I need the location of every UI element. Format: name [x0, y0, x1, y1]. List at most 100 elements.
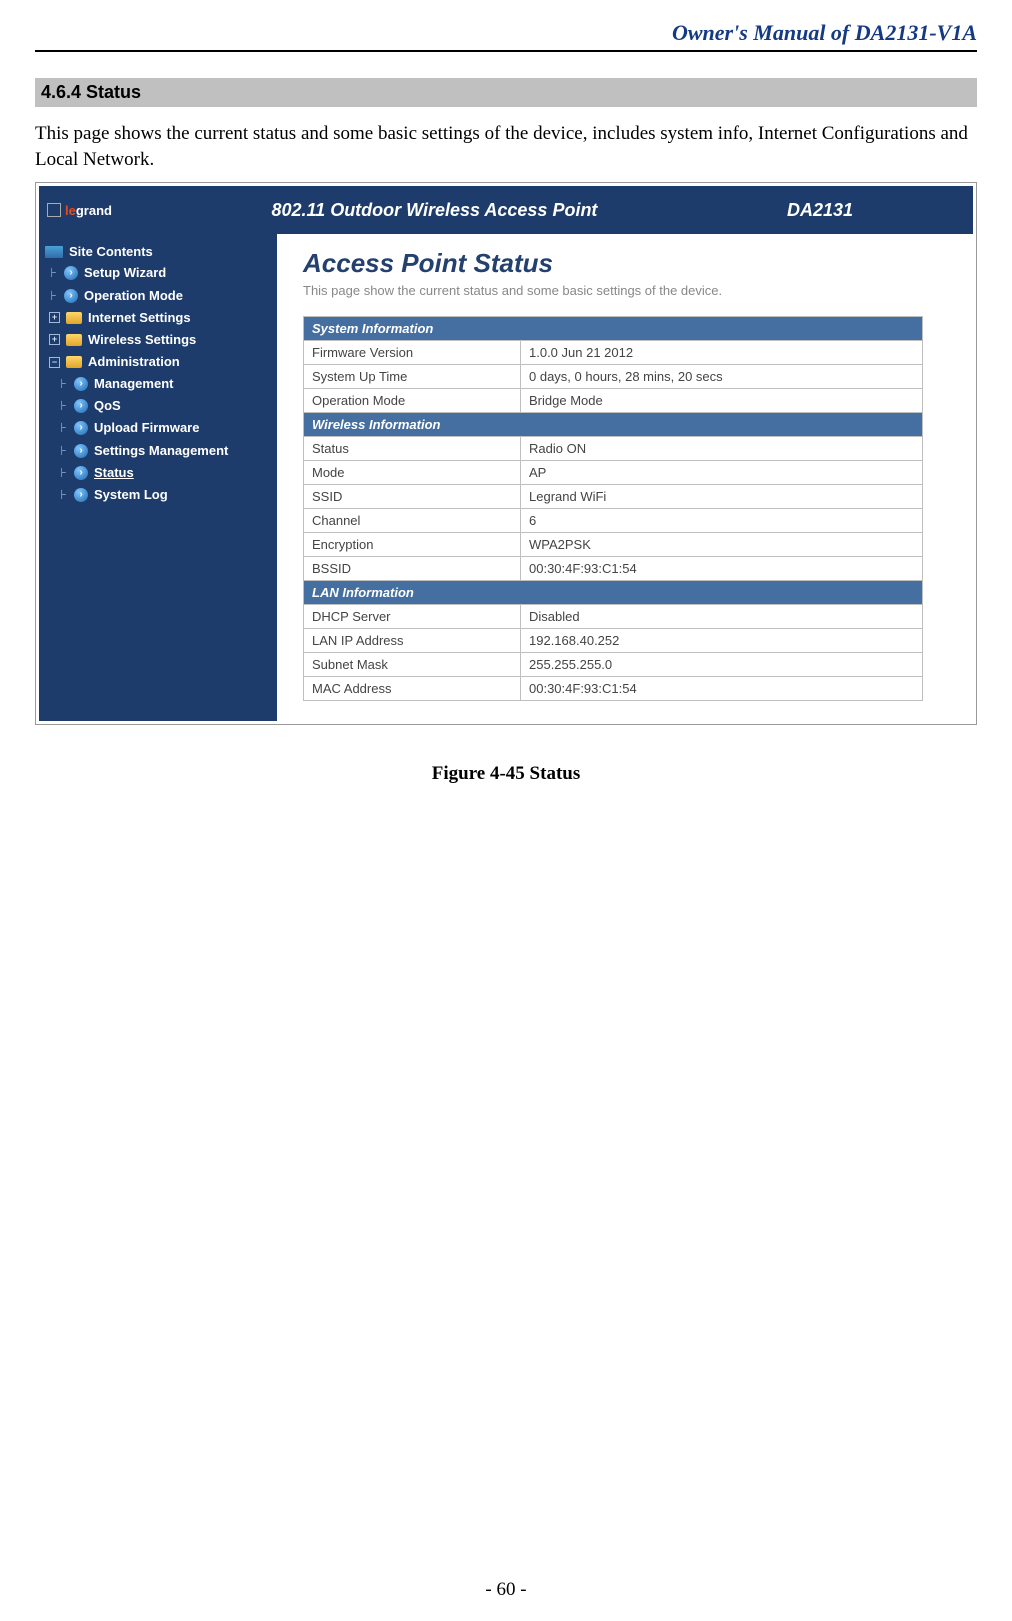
table-row: System Up Time0 days, 0 hours, 28 mins, … — [304, 365, 923, 389]
table-row: SSIDLegrand WiFi — [304, 485, 923, 509]
ui-banner: legrand 802.11 Outdoor Wireless Access P… — [39, 186, 973, 234]
page-description: This page show the current status and so… — [303, 283, 963, 298]
sidebar-item-status[interactable]: ⊦ › Status — [59, 462, 271, 484]
cell-value: Disabled — [521, 605, 923, 629]
sidebar-item-administration[interactable]: − Administration — [49, 351, 271, 373]
sidebar-item-system-log[interactable]: ⊦ › System Log — [59, 484, 271, 506]
tree-branch-icon: ⊦ — [59, 463, 68, 483]
section-body-text: This page shows the current status and s… — [35, 121, 977, 172]
table-row: DHCP ServerDisabled — [304, 605, 923, 629]
cell-value: AP — [521, 461, 923, 485]
table-row: ModeAP — [304, 461, 923, 485]
folder-open-icon — [66, 356, 82, 368]
tree-branch-icon: ⊦ — [59, 418, 68, 438]
arrow-icon: › — [64, 289, 78, 303]
cell-key: BSSID — [304, 557, 521, 581]
arrow-icon: › — [74, 466, 88, 480]
sidebar-item-wireless-settings[interactable]: + Wireless Settings — [49, 329, 271, 351]
main-content: Access Point Status This page show the c… — [277, 234, 973, 721]
logo: legrand — [39, 203, 112, 218]
logo-part2: grand — [76, 203, 112, 218]
banner-model: DA2131 — [787, 200, 973, 221]
sidebar-item-qos[interactable]: ⊦ › QoS — [59, 395, 271, 417]
logo-square-icon — [47, 203, 61, 217]
cell-key: MAC Address — [304, 677, 521, 701]
sidebar-item-setup-wizard[interactable]: ⊦ › Setup Wizard — [49, 262, 271, 284]
sidebar-item-upload-firmware[interactable]: ⊦ › Upload Firmware — [59, 417, 271, 439]
sidebar-administration-children: ⊦ › Management ⊦ › QoS ⊦ › — [49, 373, 271, 506]
cell-key: Status — [304, 437, 521, 461]
sidebar-item-operation-mode[interactable]: ⊦ › Operation Mode — [49, 285, 271, 307]
sidebar-item-settings-management[interactable]: ⊦ › Settings Management — [59, 440, 271, 462]
page-title: Access Point Status — [303, 248, 963, 279]
cell-value: 192.168.40.252 — [521, 629, 923, 653]
cell-key: Encryption — [304, 533, 521, 557]
cell-key: Mode — [304, 461, 521, 485]
tree-branch-icon: ⊦ — [49, 286, 58, 306]
arrow-icon: › — [74, 488, 88, 502]
cell-value: 00:30:4F:93:C1:54 — [521, 557, 923, 581]
sidebar: Site Contents ⊦ › Setup Wizard ⊦ › Opera… — [39, 234, 277, 721]
sidebar-item-label: Settings Management — [94, 441, 228, 461]
sidebar-item-label: QoS — [94, 396, 121, 416]
expand-icon[interactable]: + — [49, 334, 60, 345]
sidebar-tree: ⊦ › Setup Wizard ⊦ › Operation Mode + — [45, 262, 271, 506]
ui-body: Site Contents ⊦ › Setup Wizard ⊦ › Opera… — [39, 234, 973, 721]
folder-icon — [66, 334, 82, 346]
device-ui: legrand 802.11 Outdoor Wireless Access P… — [39, 186, 973, 721]
sidebar-root[interactable]: Site Contents — [45, 242, 271, 262]
cell-key: LAN IP Address — [304, 629, 521, 653]
sidebar-root-label: Site Contents — [69, 242, 153, 262]
sidebar-item-label: System Log — [94, 485, 168, 505]
table-row: Channel6 — [304, 509, 923, 533]
cell-value: Legrand WiFi — [521, 485, 923, 509]
expand-icon[interactable]: + — [49, 312, 60, 323]
cell-value: 1.0.0 Jun 21 2012 — [521, 341, 923, 365]
logo-text: legrand — [65, 203, 112, 218]
tree-branch-icon: ⊦ — [59, 374, 68, 394]
cell-value: 6 — [521, 509, 923, 533]
arrow-icon: › — [64, 266, 78, 280]
cell-value: Bridge Mode — [521, 389, 923, 413]
status-table: System Information Firmware Version1.0.0… — [303, 316, 923, 701]
tree-branch-icon: ⊦ — [59, 396, 68, 416]
arrow-icon: › — [74, 377, 88, 391]
sidebar-item-label: Upload Firmware — [94, 418, 199, 438]
tree-branch-icon: ⊦ — [49, 263, 58, 283]
screenshot-figure: legrand 802.11 Outdoor Wireless Access P… — [35, 182, 977, 725]
cell-value: Radio ON — [521, 437, 923, 461]
section-header: System Information — [304, 317, 923, 341]
logo-part1: le — [65, 203, 76, 218]
cell-value: 255.255.255.0 — [521, 653, 923, 677]
table-section-wireless: Wireless Information — [304, 413, 923, 437]
table-row: Firmware Version1.0.0 Jun 21 2012 — [304, 341, 923, 365]
cell-key: System Up Time — [304, 365, 521, 389]
cell-key: Channel — [304, 509, 521, 533]
table-row: Subnet Mask255.255.255.0 — [304, 653, 923, 677]
arrow-icon: › — [74, 444, 88, 458]
cell-key: Firmware Version — [304, 341, 521, 365]
sidebar-item-label: Wireless Settings — [88, 330, 196, 350]
sidebar-item-label: Status — [94, 463, 134, 483]
collapse-icon[interactable]: − — [49, 357, 60, 368]
cell-value: WPA2PSK — [521, 533, 923, 557]
cell-key: Subnet Mask — [304, 653, 521, 677]
monitor-icon — [45, 246, 63, 258]
sidebar-item-label: Operation Mode — [84, 286, 183, 306]
sidebar-item-label: Management — [94, 374, 173, 394]
cell-key: Operation Mode — [304, 389, 521, 413]
document-header: Owner's Manual of DA2131-V1A — [35, 20, 977, 52]
sidebar-item-label: Administration — [88, 352, 180, 372]
sidebar-item-management[interactable]: ⊦ › Management — [59, 373, 271, 395]
arrow-icon: › — [74, 421, 88, 435]
sidebar-item-internet-settings[interactable]: + Internet Settings — [49, 307, 271, 329]
folder-icon — [66, 312, 82, 324]
cell-key: DHCP Server — [304, 605, 521, 629]
cell-value: 00:30:4F:93:C1:54 — [521, 677, 923, 701]
page-number: - 60 - — [0, 1579, 1012, 1601]
table-row: MAC Address00:30:4F:93:C1:54 — [304, 677, 923, 701]
table-row: BSSID00:30:4F:93:C1:54 — [304, 557, 923, 581]
cell-value: 0 days, 0 hours, 28 mins, 20 secs — [521, 365, 923, 389]
tree-branch-icon: ⊦ — [59, 441, 68, 461]
table-row: LAN IP Address192.168.40.252 — [304, 629, 923, 653]
